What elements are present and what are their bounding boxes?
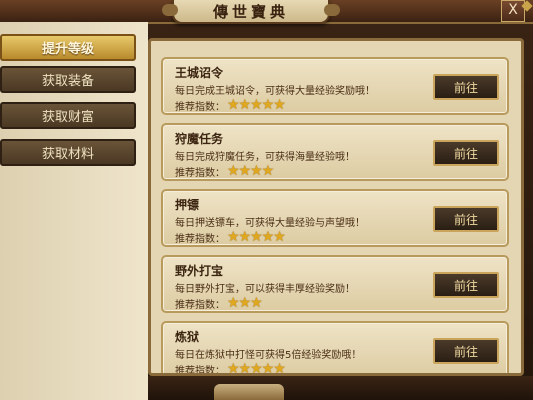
go-button[interactable]: 前往 <box>433 74 499 100</box>
entry-rating: 推荐指数： ★★★★★ <box>175 361 286 376</box>
entry-title: 野外打宝 <box>175 264 224 278</box>
entry-rating: 推荐指数： ★★★★★ <box>175 229 286 245</box>
list-item: 王城诏令 每日完成王城诏令，可获得大量经验奖励哦！ 推荐指数： ★★★★★ 前往 <box>161 57 509 115</box>
nav-panel: 提升等级 获取装备 获取财富 获取材料 <box>0 22 148 400</box>
star-rating-icon: ★★★★★ <box>227 229 286 245</box>
nav-item-level-up[interactable]: 提升等级 <box>0 34 136 61</box>
star-rating-icon: ★★★★★ <box>227 97 286 113</box>
list-item: 狩魔任务 每日完成狩魔任务，可获得海量经验哦！ 推荐指数： ★★★★ 前往 <box>161 123 509 181</box>
list-item: 押镖 每日押送镖车，可获得大量经验与声望哦！ 推荐指数： ★★★★★ 前往 <box>161 189 509 247</box>
entry-title: 狩魔任务 <box>175 132 224 146</box>
go-button[interactable]: 前往 <box>433 140 499 166</box>
entry-rating: 推荐指数： ★★★★★ <box>175 97 286 113</box>
entry-description: 每日在炼狱中打怪可获得5倍经验奖励哦！ <box>175 350 362 361</box>
rating-label: 推荐指数： <box>175 233 225 245</box>
bottom-bar <box>148 376 533 400</box>
window-title: 傳世寶典 <box>212 2 289 21</box>
entry-rating: 推荐指数： ★★★ <box>175 295 263 311</box>
entry-description: 每日押送镖车，可获得大量经验与声望哦！ <box>175 218 365 229</box>
rating-label: 推荐指数： <box>175 101 225 113</box>
go-button[interactable]: 前往 <box>433 338 499 364</box>
list-item: 炼狱 每日在炼狱中打怪可获得5倍经验奖励哦！ 推荐指数： ★★★★★ 前往 <box>161 321 509 376</box>
entry-title: 押镖 <box>175 198 200 212</box>
entry-description: 每日野外打宝，可以获得丰厚经验奖励！ <box>175 284 355 295</box>
title-plate: 傳世寶典 <box>162 0 340 24</box>
entry-rating: 推荐指数： ★★★★ <box>175 163 274 179</box>
go-button[interactable]: 前往 <box>433 272 499 298</box>
star-rating-icon: ★★★ <box>227 295 263 311</box>
rating-label: 推荐指数： <box>175 167 225 179</box>
go-button[interactable]: 前往 <box>433 206 499 232</box>
entry-description: 每日完成王城诏令，可获得大量经验奖励哦！ <box>175 86 375 97</box>
rating-label: 推荐指数： <box>175 365 225 376</box>
rating-label: 推荐指数： <box>175 299 225 311</box>
nav-item-equipment[interactable]: 获取装备 <box>0 66 136 93</box>
entry-description: 每日完成狩魔任务，可获得海量经验哦！ <box>175 152 355 163</box>
entry-title: 炼狱 <box>175 330 200 344</box>
list-item: 野外打宝 每日野外打宝，可以获得丰厚经验奖励！ 推荐指数： ★★★ 前往 <box>161 255 509 313</box>
close-button[interactable]: X <box>501 0 525 22</box>
star-rating-icon: ★★★★ <box>227 163 274 179</box>
bottom-ornament <box>214 384 284 400</box>
nav-item-materials[interactable]: 获取材料 <box>0 139 136 166</box>
nav-item-wealth[interactable]: 获取财富 <box>0 102 136 129</box>
star-rating-icon: ★★★★★ <box>227 361 286 376</box>
entry-list: 王城诏令 每日完成王城诏令，可获得大量经验奖励哦！ 推荐指数： ★★★★★ 前往… <box>148 38 524 376</box>
game-window: 傳世寶典 X 提升等级 获取装备 获取财富 获取材料 王城诏令 每日完成王城诏令… <box>0 0 533 400</box>
entry-title: 王城诏令 <box>175 66 224 80</box>
